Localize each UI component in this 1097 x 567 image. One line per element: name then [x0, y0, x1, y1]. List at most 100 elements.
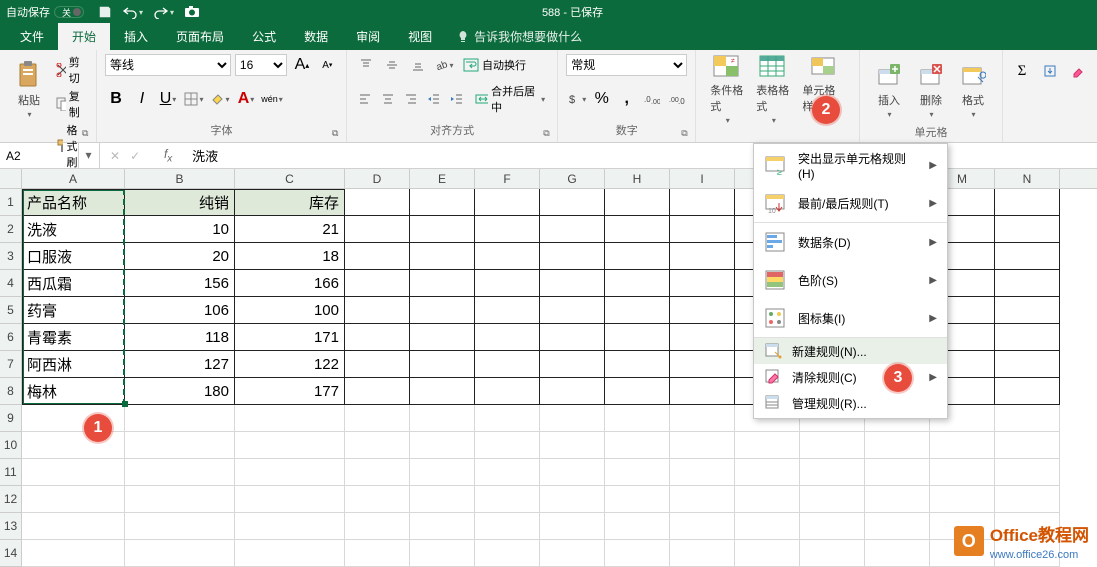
cell[interactable] [670, 540, 735, 567]
cell[interactable]: 156 [125, 270, 235, 297]
col-B[interactable]: B [125, 169, 235, 188]
cell[interactable] [865, 486, 930, 513]
cell[interactable] [995, 243, 1060, 270]
tab-review[interactable]: 审阅 [342, 23, 394, 50]
cell[interactable] [410, 324, 475, 351]
cell[interactable] [125, 405, 235, 432]
cell[interactable] [475, 378, 540, 405]
conditional-formatting-button[interactable]: ≠ 条件格式▾ [704, 54, 750, 124]
cell[interactable] [125, 459, 235, 486]
cell[interactable] [670, 324, 735, 351]
cell[interactable] [235, 432, 345, 459]
cell[interactable] [540, 324, 605, 351]
cell[interactable] [995, 486, 1060, 513]
cell[interactable] [670, 243, 735, 270]
cell[interactable]: 106 [125, 297, 235, 324]
cell[interactable] [235, 405, 345, 432]
cell[interactable]: 库存 [235, 189, 345, 216]
enter-icon[interactable]: ✓ [130, 149, 140, 163]
cell[interactable] [670, 378, 735, 405]
phonetic-button[interactable]: wén▾ [261, 88, 283, 110]
cell[interactable] [22, 459, 125, 486]
cell[interactable] [345, 189, 410, 216]
cell[interactable] [345, 513, 410, 540]
cell[interactable] [540, 432, 605, 459]
cell[interactable] [605, 297, 670, 324]
delete-cells-button[interactable]: 删除▾ [910, 54, 952, 124]
row-header[interactable]: 1 [0, 189, 22, 216]
cell[interactable] [475, 405, 540, 432]
row-header[interactable]: 9 [0, 405, 22, 432]
orientation-icon[interactable]: ab▾ [433, 54, 455, 76]
cell[interactable] [670, 270, 735, 297]
increase-decimal-icon[interactable]: .0.00 [641, 88, 662, 110]
cell[interactable] [800, 432, 865, 459]
cell[interactable] [670, 486, 735, 513]
cell[interactable] [410, 459, 475, 486]
indent-decrease-icon[interactable] [424, 88, 443, 110]
menu-data-bars[interactable]: 数据条(D)▶ [754, 223, 947, 261]
row-header[interactable]: 14 [0, 540, 22, 567]
cell[interactable] [735, 486, 800, 513]
cell[interactable] [345, 351, 410, 378]
number-format-select[interactable]: 常规 [566, 54, 687, 76]
paste-button[interactable]: 粘贴▾ [8, 54, 50, 124]
cell[interactable] [605, 189, 670, 216]
cell[interactable] [670, 216, 735, 243]
cell[interactable] [735, 432, 800, 459]
cell[interactable] [410, 378, 475, 405]
dialog-launcher-icon[interactable]: ⧉ [332, 128, 344, 140]
cell[interactable] [995, 189, 1060, 216]
cell[interactable] [22, 432, 125, 459]
tab-data[interactable]: 数据 [290, 23, 342, 50]
cell[interactable] [345, 405, 410, 432]
col-G[interactable]: G [540, 169, 605, 188]
cell[interactable] [410, 351, 475, 378]
cell[interactable] [995, 324, 1060, 351]
cell[interactable] [605, 216, 670, 243]
cell[interactable] [475, 432, 540, 459]
cell[interactable] [995, 270, 1060, 297]
cell[interactable] [475, 486, 540, 513]
cell[interactable] [865, 513, 930, 540]
cell[interactable] [800, 486, 865, 513]
cell[interactable] [540, 540, 605, 567]
row-header[interactable]: 12 [0, 486, 22, 513]
cell[interactable] [345, 459, 410, 486]
decrease-font-icon[interactable]: A▾ [317, 54, 338, 76]
comma-icon[interactable]: , [616, 88, 637, 110]
cell[interactable] [125, 540, 235, 567]
cell[interactable] [670, 432, 735, 459]
cell[interactable] [410, 405, 475, 432]
cell[interactable] [410, 486, 475, 513]
cell[interactable] [865, 459, 930, 486]
cell[interactable] [930, 486, 995, 513]
cell[interactable]: 21 [235, 216, 345, 243]
cell[interactable] [410, 432, 475, 459]
cell[interactable] [540, 270, 605, 297]
cell[interactable] [410, 243, 475, 270]
copy-button[interactable]: 复制 [52, 88, 88, 120]
cell[interactable]: 青霉素 [22, 324, 125, 351]
align-left-icon[interactable] [355, 88, 374, 110]
col-I[interactable]: I [670, 169, 735, 188]
save-icon[interactable] [98, 5, 112, 19]
dialog-launcher-icon[interactable]: ⧉ [681, 128, 693, 140]
camera-icon[interactable] [184, 5, 200, 19]
cell[interactable] [735, 513, 800, 540]
cell[interactable] [605, 540, 670, 567]
cell[interactable] [22, 540, 125, 567]
cell[interactable] [475, 513, 540, 540]
merge-center-button[interactable]: 合并后居中▾ [471, 83, 549, 115]
format-cells-button[interactable]: 格式▾ [952, 54, 994, 124]
cell[interactable] [540, 378, 605, 405]
font-color-button[interactable]: A▾ [235, 88, 257, 110]
select-all-corner[interactable] [0, 169, 22, 188]
align-middle-icon[interactable] [381, 54, 403, 76]
cell[interactable] [540, 189, 605, 216]
cell[interactable] [995, 216, 1060, 243]
cell[interactable]: 118 [125, 324, 235, 351]
cell[interactable] [605, 432, 670, 459]
autosave-toggle[interactable]: 关 [54, 6, 84, 18]
align-right-icon[interactable] [401, 88, 420, 110]
